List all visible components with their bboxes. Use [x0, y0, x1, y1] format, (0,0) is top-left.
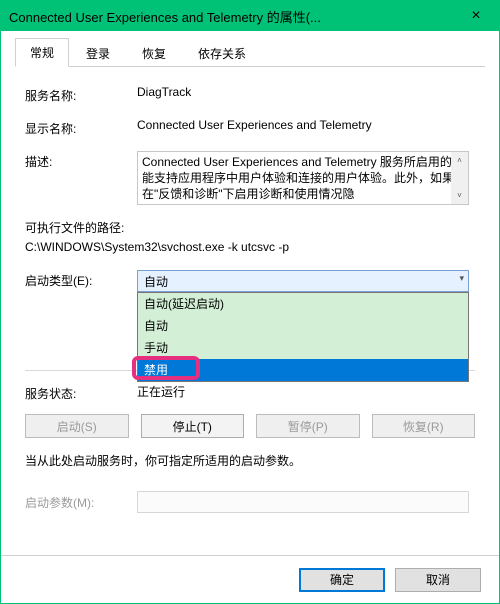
resume-button[interactable]: 恢复(R): [372, 414, 476, 438]
startup-type-selected[interactable]: 自动 ▾: [137, 270, 469, 292]
start-params-label: 启动参数(M):: [25, 494, 137, 511]
description-textbox[interactable]: Connected User Experiences and Telemetry…: [137, 151, 469, 205]
tab-pane-general: 服务名称: DiagTrack 显示名称: Connected User Exp…: [15, 67, 485, 533]
startup-type-combobox[interactable]: 自动 ▾ 自动(延迟启动) 自动 手动 禁用: [137, 270, 469, 292]
description-scrollbar[interactable]: ˄ ˅: [451, 152, 468, 204]
service-control-buttons: 启动(S) 停止(T) 暂停(P) 恢复(R): [25, 414, 475, 438]
startup-option-manual[interactable]: 手动: [138, 337, 468, 359]
exe-path-label: 可执行文件的路径:: [25, 219, 475, 236]
tab-dependencies[interactable]: 依存关系: [183, 39, 261, 67]
scroll-down-icon[interactable]: ˅: [451, 187, 468, 204]
chevron-down-icon: ▾: [459, 273, 464, 284]
titlebar: Connected User Experiences and Telemetry…: [1, 1, 499, 31]
startup-option-auto-delayed[interactable]: 自动(延迟启动): [138, 293, 468, 315]
display-name-label: 显示名称:: [25, 118, 137, 137]
exe-path-value: C:\WINDOWS\System32\svchost.exe -k utcsv…: [25, 240, 475, 254]
description-text: Connected User Experiences and Telemetry…: [142, 155, 464, 201]
close-icon[interactable]: ×: [461, 7, 491, 25]
scroll-up-icon[interactable]: ˄: [451, 152, 468, 169]
start-button[interactable]: 启动(S): [25, 414, 129, 438]
start-params-note: 当从此处启动服务时，你可指定所适用的启动参数。: [25, 452, 475, 469]
pause-button[interactable]: 暂停(P): [256, 414, 360, 438]
description-label: 描述:: [25, 151, 137, 170]
tab-strip: 常规 登录 恢复 依存关系: [15, 41, 485, 67]
client-area: 常规 登录 恢复 依存关系 服务名称: DiagTrack 显示名称: Conn…: [1, 31, 499, 533]
tab-logon[interactable]: 登录: [71, 39, 125, 67]
service-status-value: 正在运行: [137, 383, 475, 400]
service-name-value: DiagTrack: [137, 85, 475, 99]
dialog-footer: 确定 取消: [1, 555, 499, 603]
stop-button[interactable]: 停止(T): [141, 414, 245, 438]
service-status-label: 服务状态:: [25, 383, 137, 402]
startup-option-auto[interactable]: 自动: [138, 315, 468, 337]
startup-type-label: 启动类型(E):: [25, 270, 137, 289]
service-name-label: 服务名称:: [25, 85, 137, 104]
ok-button[interactable]: 确定: [299, 568, 385, 592]
properties-dialog: Connected User Experiences and Telemetry…: [0, 0, 500, 604]
start-params-input[interactable]: [137, 491, 469, 513]
startup-option-disabled[interactable]: 禁用: [138, 359, 468, 381]
display-name-value: Connected User Experiences and Telemetry: [137, 118, 475, 132]
tab-recovery[interactable]: 恢复: [127, 39, 181, 67]
window-title: Connected User Experiences and Telemetry…: [9, 7, 321, 26]
tab-general[interactable]: 常规: [15, 38, 69, 67]
startup-type-dropdown-list: 自动(延迟启动) 自动 手动 禁用: [137, 292, 469, 382]
cancel-button[interactable]: 取消: [395, 568, 481, 592]
